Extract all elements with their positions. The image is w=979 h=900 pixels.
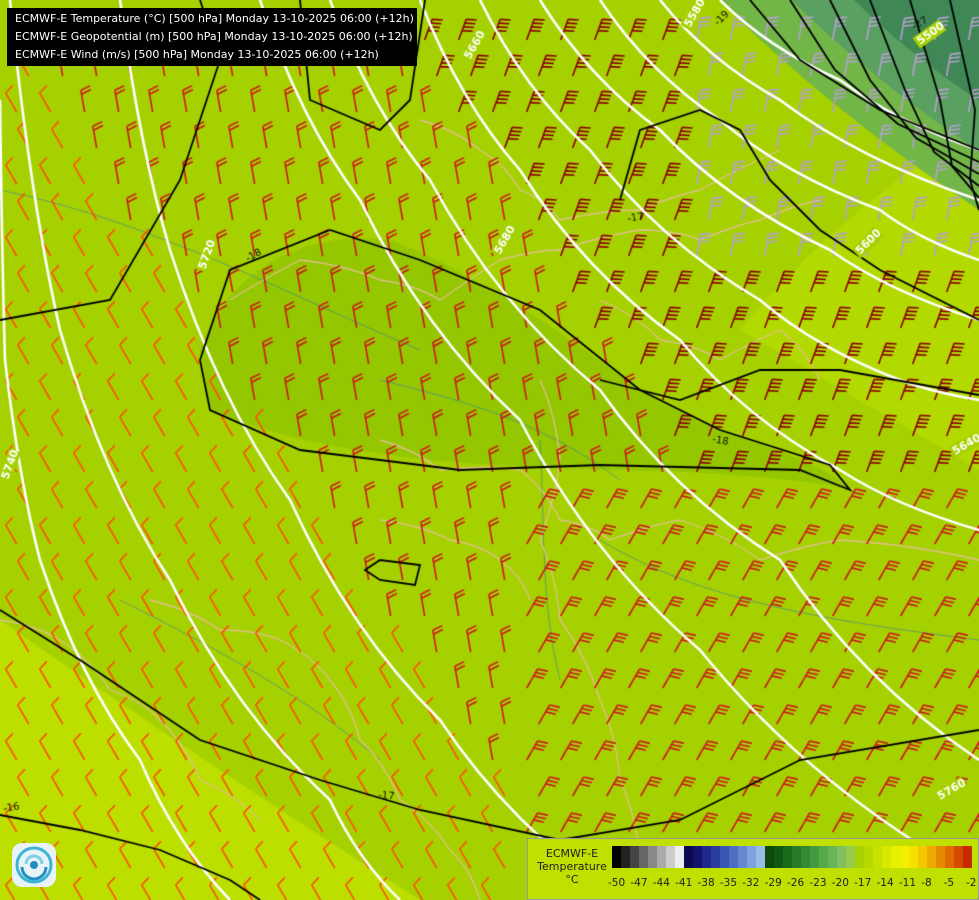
legend-swatch	[711, 846, 720, 868]
legend-tick-label: -23	[809, 877, 827, 889]
legend-title-line2: Temperature	[537, 860, 607, 873]
legend-title-line1: ECMWF-E	[545, 847, 599, 860]
legend-swatch	[909, 846, 918, 868]
map-title-box: ECMWF-E Temperature (°C) [500 hPa] Monda…	[7, 8, 417, 66]
legend-swatch	[864, 846, 873, 868]
legend-swatch	[783, 846, 792, 868]
legend-tick-label: -47	[630, 877, 648, 889]
legend-swatch	[729, 846, 738, 868]
legend-swatch	[765, 846, 774, 868]
legend-swatch	[657, 846, 666, 868]
legend-swatch	[882, 846, 891, 868]
legend-swatch	[945, 846, 954, 868]
legend-swatch	[738, 846, 747, 868]
legend-swatch	[774, 846, 783, 868]
legend-swatch	[846, 846, 855, 868]
legend-swatch	[720, 846, 729, 868]
legend-tick-label: -32	[742, 877, 760, 889]
legend-swatch	[936, 846, 945, 868]
temperature-legend: ECMWF-E Temperature °C -50 -47 -44 -41 -38 -3…	[527, 838, 979, 900]
legend-swatch	[837, 846, 846, 868]
legend-tick-label: -41	[675, 877, 693, 889]
legend-swatch	[873, 846, 882, 868]
legend-swatch	[963, 846, 972, 868]
legend-tick-label: -14	[876, 877, 894, 889]
legend-tick-label: -50	[608, 877, 626, 889]
legend-tick-label: -38	[697, 877, 715, 889]
legend-swatch	[792, 846, 801, 868]
legend-swatch	[828, 846, 837, 868]
legend-tick-label: -2	[966, 877, 977, 889]
legend-swatch	[630, 846, 639, 868]
legend-swatch	[675, 846, 684, 868]
legend-tick-label: -5	[943, 877, 955, 889]
legend-color-bar	[612, 846, 972, 868]
legend-swatch	[927, 846, 936, 868]
legend-swatch	[810, 846, 819, 868]
legend-unit: °C	[565, 873, 579, 886]
legend-swatch	[702, 846, 711, 868]
legend-swatch	[621, 846, 630, 868]
legend-tick-label: -26	[787, 877, 805, 889]
legend-tick-label: -44	[652, 877, 670, 889]
legend-swatch	[891, 846, 900, 868]
legend-tick-label: -29	[764, 877, 782, 889]
legend-swatch	[612, 846, 621, 868]
weather-map	[0, 0, 979, 900]
legend-swatch	[747, 846, 756, 868]
legend-swatch	[639, 846, 648, 868]
legend-swatch	[756, 846, 765, 868]
legend-tick-label: -17	[854, 877, 872, 889]
legend-swatch	[648, 846, 657, 868]
legend-label: ECMWF-E Temperature °C	[534, 847, 610, 886]
legend-swatch	[900, 846, 909, 868]
legend-tick-label: -20	[831, 877, 849, 889]
legend-ticks: -50 -47 -44 -41 -38 -35 -32 -29 -26 -23 -20 -17 -14-…	[608, 877, 978, 891]
legend-tick-label: -8	[921, 877, 932, 889]
title-geopotential: ECMWF-E Geopotential (m) [500 hPa] Monda…	[15, 30, 413, 43]
legend-swatch	[819, 846, 828, 868]
title-temperature: ECMWF-E Temperature (°C) [500 hPa] Monda…	[15, 12, 414, 25]
legend-swatch	[684, 846, 693, 868]
legend-swatch	[666, 846, 675, 868]
title-wind: ECMWF-E Wind (m/s) [500 hPa] Monday 13-1…	[15, 48, 379, 61]
legend-swatch	[918, 846, 927, 868]
legend-swatch	[954, 846, 963, 868]
legend-tick-label: -35	[719, 877, 738, 889]
legend-swatch	[855, 846, 864, 868]
legend-swatch	[693, 846, 702, 868]
ecmwf-logo-icon	[12, 843, 56, 887]
legend-tick-label: -11	[898, 877, 917, 889]
legend-swatch	[801, 846, 810, 868]
